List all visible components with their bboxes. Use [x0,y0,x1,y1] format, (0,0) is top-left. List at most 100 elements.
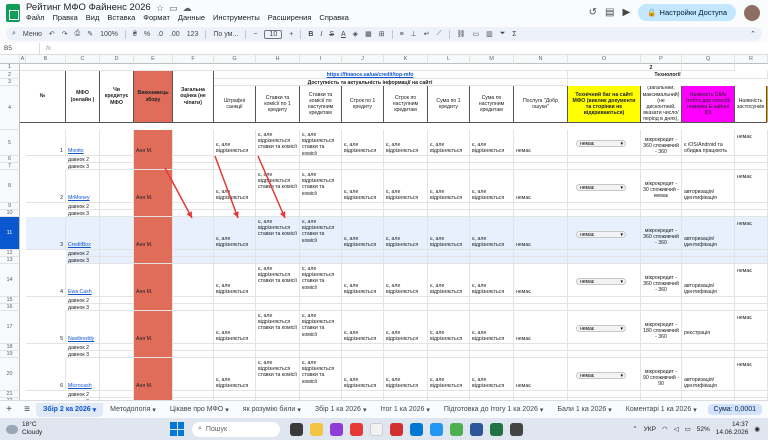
sub-cell[interactable] [342,163,384,170]
language-indicator[interactable]: УКР [644,426,656,433]
dobr-cell[interactable]: немає [514,358,568,391]
sub-cell[interactable] [214,210,256,217]
sub-cell[interactable] [173,351,214,358]
sub-cell[interactable] [214,297,256,304]
menu-edit[interactable]: Правка [52,13,77,22]
acrobat-icon[interactable] [390,422,403,436]
rate1-cell[interactable]: є, але відрізняється ставки та комісії [256,311,300,344]
font-select[interactable]: По ум... [213,31,238,38]
edge-icon[interactable] [410,422,423,436]
credit-term-cell[interactable]: мікрокредит - 180 споживчий - 360 [641,311,682,344]
document-title[interactable]: Рейтинг МФО Файненс 2026 [26,2,151,13]
sub-cell[interactable] [214,391,256,398]
sub-cell[interactable] [735,210,768,217]
apps-cell[interactable]: немає [735,217,768,250]
add-sheet-icon[interactable]: + [0,404,18,415]
currency-button[interactable]: ₴ [133,31,137,38]
sub-cell[interactable] [256,156,300,163]
row-header[interactable]: 21 [0,391,20,398]
rate-repeat-cell[interactable]: є, але відрізняється ставки та комісії [300,311,342,344]
mfo-name-link[interactable]: Monito [66,130,100,156]
sub-cell[interactable] [568,156,641,163]
sub-cell[interactable] [214,163,256,170]
sub-cell[interactable] [342,304,384,311]
sub-cell[interactable] [100,391,134,398]
sub-cell[interactable] [682,351,735,358]
data-cell[interactable]: є, але відрізняється [428,217,470,250]
sheet-tab[interactable]: Збір 2 ка 2026 ▾ [36,402,104,417]
sub-cell[interactable] [470,351,514,358]
sub-cell[interactable] [214,257,256,264]
sub-cell[interactable] [641,304,682,311]
sub-cell[interactable] [173,156,214,163]
row-header[interactable]: 4 [0,86,20,130]
sub-cell[interactable] [300,351,342,358]
is-lender-cell[interactable] [100,217,134,250]
apps-cell[interactable]: немає [735,358,768,391]
bold-button[interactable]: B [308,31,313,38]
apps-cell[interactable]: немає [735,170,768,203]
text-color-button[interactable]: A [341,31,346,38]
sub-cell[interactable] [682,391,735,398]
sub-cell[interactable] [342,210,384,217]
fines-cell[interactable]: є, але відрізняється [214,311,256,344]
sub-cell[interactable] [641,163,682,170]
print-icon[interactable]: ⎙ [75,30,81,38]
sub-cell[interactable] [256,250,300,257]
fines-cell[interactable]: є, але відрізняється [214,170,256,203]
chevron-down-icon[interactable]: ▾ [426,406,430,414]
menu-tools[interactable]: Инструменты [213,13,260,22]
opera-icon[interactable] [350,422,363,436]
sub-cell[interactable] [470,344,514,351]
sub-cell[interactable] [214,156,256,163]
sub-cell[interactable] [214,304,256,311]
chrome-icon[interactable] [450,422,463,436]
sub-cell[interactable] [384,304,428,311]
weather-widget[interactable]: 18°C Cloudy [0,421,150,437]
sub-cell[interactable] [428,156,470,163]
sub-cell[interactable] [300,304,342,311]
sub-cell[interactable] [342,250,384,257]
tech-bug-dropdown[interactable]: немає [576,231,626,238]
biometry-cell[interactable]: авторизація/ідентифікація [682,264,735,297]
chevron-down-icon[interactable]: ▾ [363,406,367,414]
column-header-g[interactable]: G [214,55,256,64]
sheet-tab[interactable]: Коментарі 1 ка 2026 ▾ [619,403,704,417]
rate-repeat-cell[interactable]: є, але відрізняється ставки та комісії [300,217,342,250]
sub-cell[interactable] [384,203,428,210]
biometry-cell[interactable]: авторизація/ідентифікація [682,170,735,203]
number-format-button[interactable]: 123 [187,31,199,38]
sub-cell[interactable] [384,163,428,170]
credit-term-cell[interactable]: мікрокредит - 30 споживчий - немає [641,170,682,203]
undo-icon[interactable]: ↶ [49,30,55,38]
is-lender-cell[interactable] [100,264,134,297]
data-cell[interactable]: є, але відрізняється [428,130,470,156]
data-cell[interactable]: є, але відрізняється [342,358,384,391]
column-header-h[interactable]: H [256,55,300,64]
tech-bug-dropdown[interactable]: немає [576,184,626,191]
sub-cell[interactable] [300,210,342,217]
sub-cell[interactable] [384,351,428,358]
column-header-m[interactable]: M [470,55,514,64]
sub-cell[interactable] [100,351,134,358]
sub-cell[interactable] [735,203,768,210]
sub-cell[interactable] [300,156,342,163]
sub-cell[interactable] [428,163,470,170]
sub-cell[interactable] [514,210,568,217]
menu-help[interactable]: Справка [319,13,348,22]
column-header-b[interactable]: B [26,55,66,64]
sub-cell[interactable] [568,257,641,264]
dobr-cell[interactable]: немає [514,217,568,250]
rate1-cell[interactable]: є, але відрізняється ставки та комісії [256,130,300,156]
row-header[interactable]: 6 [0,156,20,163]
data-cell[interactable]: є, але відрізняється [470,358,514,391]
sub-cell[interactable] [568,351,641,358]
executor-cell[interactable]: Аня М. [134,358,173,400]
sub-cell[interactable] [300,203,342,210]
comment-icon[interactable]: ▭ [472,30,479,38]
row-header[interactable]: 2 [0,71,20,79]
notifications-icon[interactable]: ◉ [754,425,760,433]
sheet-tab[interactable]: Збір 1 ка 2026 ▾ [308,403,374,417]
sub-cell[interactable] [568,210,641,217]
data-cell[interactable]: є, але відрізняється [428,358,470,391]
